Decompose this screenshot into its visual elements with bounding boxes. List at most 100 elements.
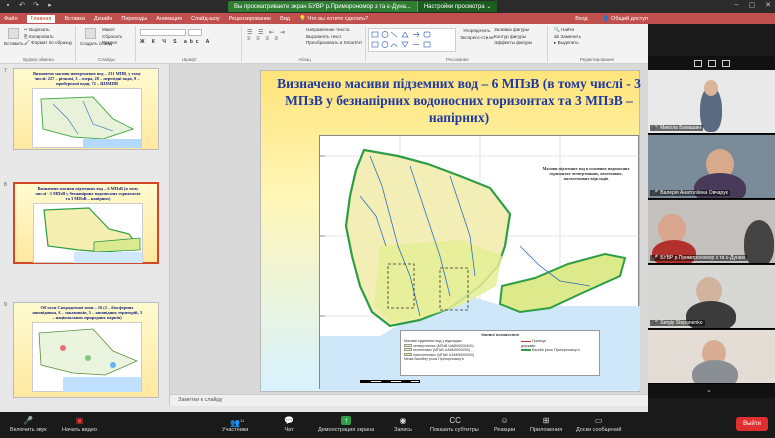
participant-name: 🎤 БУВР р.Приморономор з та є-Дунаю — [650, 255, 748, 261]
share-screen-icon: ↑ — [341, 416, 352, 425]
redo-icon[interactable]: ↷ — [32, 2, 40, 10]
participant-tile[interactable]: 🎤 Микола Бомашин — [648, 70, 775, 134]
paragraph-group: Направление текста Выровнять текст Преоб… — [244, 26, 366, 62]
groundwater-map[interactable]: Масиви підземних вод в основних водоносн… — [319, 135, 640, 390]
new-slide-button[interactable]: Создать слайд — [80, 28, 112, 48]
close-icon[interactable]: ✕ — [765, 1, 771, 9]
chat-button[interactable]: 💬 Чат — [284, 416, 294, 433]
slide-thumbnail[interactable]: Об'єкти Спорадичної зони – 16 (2 – біосф… — [13, 302, 159, 398]
scale-bar — [360, 380, 420, 383]
font-group: Ж К Ч S abc A Шрифт — [138, 26, 242, 62]
window-controls: – ▢ ✕ — [735, 1, 771, 9]
font-format-buttons[interactable]: Ж К Ч S abc A — [140, 39, 212, 45]
leave-button[interactable]: Выйти — [736, 417, 768, 431]
participant-body — [692, 360, 738, 383]
tab-review[interactable]: Рецензирование — [229, 16, 271, 22]
shapes-gallery[interactable] — [368, 28, 456, 52]
gallery-view-icon[interactable] — [693, 59, 702, 67]
whiteboards-button[interactable]: ▭ Доски сообщений — [576, 416, 621, 433]
quick-access-toolbar: ▪ ↶ ↷ ▸ — [4, 2, 54, 10]
participant-name: 🎤 Микола Бомашин — [650, 125, 704, 131]
shape-fill-button[interactable]: Заливка фигуры — [494, 27, 532, 34]
reactions-icon: ☺ — [500, 416, 509, 425]
ribbon-tabs-extension — [648, 13, 775, 24]
chat-icon: 💬 — [284, 416, 294, 425]
sign-in-link[interactable]: Вход — [575, 16, 587, 22]
participant-tile[interactable] — [648, 330, 775, 384]
tab-home[interactable]: Главная — [26, 14, 56, 23]
apps-button[interactable]: ⊞ Приложения — [530, 416, 562, 433]
section-button[interactable]: Раздел — [102, 40, 122, 47]
font-family-select[interactable] — [140, 29, 186, 36]
slides-group: Создать слайд Макет Сбросить Раздел Слай… — [78, 26, 136, 62]
thumbnail-map-graphic — [43, 207, 142, 263]
slides-panel[interactable]: 7 Визначено масиви поверхневих вод – 231… — [0, 64, 170, 412]
start-video-button[interactable]: ▣ Начать видео — [62, 416, 97, 433]
slide-thumbnail-active[interactable]: Визначено масиви підземних вод – 6 МПзВ … — [13, 182, 159, 264]
thumbnail-title: Визначено масиви поверхневих вод – 231 М… — [33, 71, 141, 86]
format-painter-button[interactable]: 🖌 Формат по образцу — [24, 40, 72, 47]
view-options-button[interactable]: Настройки просмотра ⌄ — [416, 1, 498, 12]
share-screen-button[interactable]: ↑ Демонстрация экрана — [318, 416, 374, 433]
slide-thumbnail[interactable]: Визначено масиви поверхневих вод – 231 М… — [13, 68, 159, 150]
paste-button[interactable]: Вставить — [4, 28, 23, 48]
legend-heading: Умовні позначення — [481, 332, 519, 337]
arrange-button[interactable]: Упорядочить — [460, 28, 494, 35]
quick-styles-button[interactable]: Экспресс-стили — [460, 35, 494, 42]
current-slide[interactable]: Визначено масиви підземних вод – 6 МПзВ … — [260, 70, 641, 392]
map-legend: Умовні позначення Масиви підземних вод у… — [400, 330, 600, 376]
tab-file[interactable]: Файл — [4, 16, 18, 22]
tab-slideshow[interactable]: Слайд-шоу — [191, 16, 220, 22]
participants-button[interactable]: 👥11 Участники — [222, 416, 248, 433]
thumbnail-map — [33, 203, 143, 263]
slide-notes[interactable]: Заметки к слайду — [170, 394, 648, 406]
thumbnail-map-graphic — [40, 96, 141, 148]
screen-share-banner: Вы просматриваете экран БУВР р.Примороно… — [228, 1, 498, 12]
share-message: Вы просматриваете экран БУВР р.Примороно… — [234, 3, 411, 10]
tab-view[interactable]: Вид — [280, 16, 290, 22]
speaker-view-icon[interactable] — [707, 59, 716, 67]
chevron-down-icon[interactable]: ⌄ — [706, 386, 716, 394]
unmute-button[interactable]: 🎤 Включить звук — [10, 416, 47, 433]
participant-tile[interactable]: 🎤 Валерія Анатоліївна Овчарук — [648, 135, 775, 199]
slide-number: 9 — [4, 302, 7, 308]
map-title: Масиви підземних вод в основних водоносн… — [542, 166, 630, 181]
hide-video-icon[interactable] — [721, 59, 730, 67]
participant-tile[interactable]: 🎤 Sergiy Stepanenko — [648, 265, 775, 329]
minimize-icon[interactable]: – — [735, 1, 739, 9]
tab-insert[interactable]: Вставка — [64, 16, 84, 22]
record-button[interactable]: ◉ Запись — [394, 416, 412, 433]
share-button[interactable]: 👤 Общий доступ — [603, 16, 648, 22]
tell-me-search[interactable]: 💡 Что вы хотите сделать? — [299, 16, 368, 22]
save-icon[interactable]: ▪ — [4, 2, 12, 10]
list-align-buttons[interactable]: ☰ ☰ ⇤ ⇥ ≡ ≡ ≡ ≡ — [247, 29, 287, 42]
maximize-icon[interactable]: ▢ — [749, 1, 756, 9]
shape-effects-button[interactable]: Эффекты фигуры — [494, 40, 532, 47]
apps-icon: ⊞ — [542, 416, 550, 425]
thumbnail-map — [32, 88, 142, 148]
tab-transitions[interactable]: Переходы — [121, 16, 147, 22]
captions-button[interactable]: CC Показать субтитры — [430, 416, 479, 433]
participant-face — [704, 80, 718, 96]
font-size-select[interactable] — [188, 29, 202, 36]
mic-muted-icon: 🎤 — [23, 416, 34, 425]
undo-icon[interactable]: ↶ — [18, 2, 26, 10]
whiteboard-icon: ▭ — [594, 416, 603, 425]
mic-off-icon: 🎤 — [652, 125, 659, 131]
participants-icon: 👥11 — [230, 418, 245, 428]
select-button[interactable]: ▸ Выделить — [554, 40, 581, 47]
reactions-button[interactable]: ☺ Реакции — [494, 416, 515, 433]
participant-tile[interactable]: 🎤 БУВР р.Приморономор з та є-Дунаю — [648, 200, 775, 264]
slideshow-icon[interactable]: ▸ — [46, 2, 54, 10]
participant-body — [744, 220, 774, 263]
tab-design[interactable]: Дизайн — [94, 16, 113, 22]
shapes-icons — [371, 31, 431, 48]
new-slide-icon — [84, 28, 96, 39]
drawing-group: Упорядочить Экспресс-стили Заливка фигур… — [368, 26, 548, 62]
tab-animation[interactable]: Анимация — [156, 16, 182, 22]
slide-title[interactable]: Визначено масиви підземних вод – 6 МПзВ … — [277, 75, 641, 126]
legend-item: басейн річок Причорномор'я — [521, 348, 597, 353]
slide-editor[interactable]: Визначено масиви підземних вод – 6 МПзВ … — [170, 64, 648, 394]
video-layout-controls — [648, 56, 775, 70]
smartart-button[interactable]: Преобразовать в SmartArt — [306, 40, 362, 47]
